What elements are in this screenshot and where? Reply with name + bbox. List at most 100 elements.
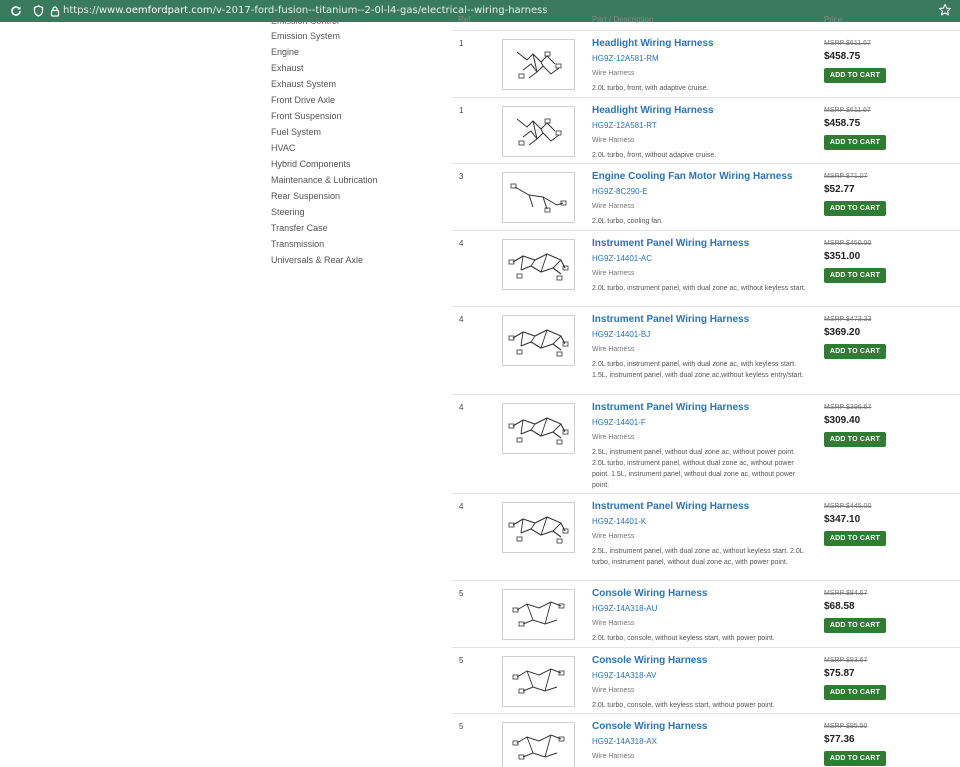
fan-harness-icon[interactable] — [502, 172, 575, 223]
part-number-link[interactable]: HG9Z-12A581-RM — [592, 54, 659, 63]
category-link[interactable]: Transfer Case — [271, 220, 441, 236]
part-name-link[interactable]: Instrument Panel Wiring Harness — [592, 238, 749, 249]
msrp-price: MSRP $95.50 — [824, 723, 868, 730]
part-number-link[interactable]: HG9Z-12A581-RT — [592, 121, 657, 130]
part-row: 4 Instrument Panel Wiring Harness HG9Z-144… — [452, 394, 960, 493]
sale-price: $75.87 — [824, 668, 855, 679]
add-to-cart-button[interactable]: ADD TO CART — [824, 68, 886, 83]
category-link[interactable]: Engine — [271, 44, 441, 60]
browser-address-bar: https://www.oemfordpart.com/v-2017-ford-… — [0, 0, 960, 22]
part-number-link[interactable]: HG9Z-14401-BJ — [592, 330, 650, 339]
category-link[interactable]: Emission System — [271, 28, 441, 44]
part-row: 1 Headlight Wiring Harness HG9Z-12A581-RM W… — [452, 30, 960, 97]
add-to-cart-button[interactable]: ADD TO CART — [824, 685, 886, 700]
category-link[interactable]: Transmission — [271, 236, 441, 252]
category-link[interactable]: Emission Control — [271, 18, 441, 28]
bookmark-star-icon[interactable] — [938, 3, 954, 19]
part-number-link[interactable]: HG9Z-14A318-AX — [592, 737, 657, 746]
shield-icon[interactable] — [30, 3, 46, 19]
part-row: 4 Instrument Panel Wiring Harness HG9Z-144… — [452, 230, 960, 306]
console-harness-icon[interactable] — [502, 656, 575, 707]
msrp-price: MSRP $84.67 — [824, 590, 868, 597]
part-type: Wire Harness — [592, 346, 635, 353]
part-name-link[interactable]: Headlight Wiring Harness — [592, 38, 714, 49]
part-type: Wire Harness — [592, 620, 635, 627]
add-to-cart-button[interactable]: ADD TO CART — [824, 344, 886, 359]
msrp-price: MSRP $93.67 — [824, 657, 868, 664]
part-number-link[interactable]: HG9Z-14401-F — [592, 418, 646, 427]
part-number-link[interactable]: HG9Z-8C290-E — [592, 187, 648, 196]
part-name-link[interactable]: Instrument Panel Wiring Harness — [592, 501, 749, 512]
part-name-link[interactable]: Headlight Wiring Harness — [592, 105, 714, 116]
lock-icon[interactable] — [47, 3, 63, 19]
ref-number: 4 — [459, 315, 464, 324]
category-link[interactable]: Front Suspension — [271, 108, 441, 124]
msrp-price: MSRP $611.67 — [824, 40, 871, 47]
category-link[interactable]: Maintenance & Lubrication — [271, 172, 441, 188]
ref-number: 5 — [459, 589, 464, 598]
msrp-price: MSRP $473.33 — [824, 316, 872, 323]
part-number-link[interactable]: HG9Z-14401-AC — [592, 254, 652, 263]
part-row: 4 Instrument Panel Wiring Harness HG9Z-144… — [452, 306, 960, 394]
part-type: Wire Harness — [592, 687, 635, 694]
category-link[interactable]: Fuel System — [271, 124, 441, 140]
url-path: /v-2017-ford-fusion--titanium--2-0l-l4-g… — [212, 5, 548, 16]
add-to-cart-button[interactable]: ADD TO CART — [824, 432, 886, 447]
part-description: 2.0L turbo, front, without adapive cruis… — [592, 152, 717, 159]
part-name-link[interactable]: Instrument Panel Wiring Harness — [592, 314, 749, 325]
panel-harness-icon[interactable] — [502, 239, 575, 290]
msrp-price: MSRP $450.00 — [824, 240, 872, 247]
part-name-link[interactable]: Console Wiring Harness — [592, 655, 708, 666]
part-type: Wire Harness — [592, 270, 635, 277]
add-to-cart-button[interactable]: ADD TO CART — [824, 531, 886, 546]
msrp-price: MSRP $71.07 — [824, 173, 868, 180]
category-link[interactable]: Steering — [271, 204, 441, 220]
part-description: 2.5L, instrument panel, with dual zone a… — [592, 548, 804, 566]
part-row: 4 Instrument Panel Wiring Harness HG9Z-144… — [452, 493, 960, 580]
add-to-cart-button[interactable]: ADD TO CART — [824, 751, 886, 766]
console-harness-icon[interactable] — [502, 722, 575, 767]
url-prefix: https://www. — [63, 5, 126, 16]
category-link[interactable]: Rear Suspension — [271, 188, 441, 204]
ref-number: 5 — [459, 722, 464, 731]
category-link[interactable]: Universals & Rear Axle — [271, 252, 441, 268]
category-link[interactable]: Hybrid Components — [271, 156, 441, 172]
part-number-link[interactable]: HG9Z-14A318-AU — [592, 604, 657, 613]
headlight-harness-icon[interactable] — [502, 39, 575, 90]
category-link[interactable]: HVAC — [271, 140, 441, 156]
part-name-link[interactable]: Engine Cooling Fan Motor Wiring Harness — [592, 171, 792, 182]
part-type: Wire Harness — [592, 203, 635, 210]
part-number-link[interactable]: HG9Z-14A318-AV — [592, 671, 656, 680]
sale-price: $458.75 — [824, 51, 861, 62]
part-name-link[interactable]: Console Wiring Harness — [592, 588, 708, 599]
category-link[interactable]: Exhaust System — [271, 76, 441, 92]
add-to-cart-button[interactable]: ADD TO CART — [824, 201, 886, 216]
add-to-cart-button[interactable]: ADD TO CART — [824, 618, 886, 633]
part-description: 2.0L turbo, instrument panel, with dual … — [592, 361, 804, 379]
sale-price: $77.36 — [824, 734, 855, 745]
part-number-link[interactable]: HG9Z-14401-K — [592, 517, 646, 526]
part-type: Wire Harness — [592, 137, 635, 144]
part-row: 5 Console Wiring Harness HG9Z-14A318-AX Wir… — [452, 713, 960, 767]
panel-harness-icon[interactable] — [502, 403, 575, 454]
panel-harness-icon[interactable] — [502, 502, 575, 553]
ref-number: 1 — [459, 39, 464, 48]
category-nav: Emission Control Emission System Engine Exh… — [271, 18, 441, 268]
add-to-cart-button[interactable]: ADD TO CART — [824, 268, 886, 283]
part-name-link[interactable]: Instrument Panel Wiring Harness — [592, 402, 749, 413]
add-to-cart-button[interactable]: ADD TO CART — [824, 135, 886, 150]
part-row: 5 Console Wiring Harness HG9Z-14A318-AU Wir… — [452, 580, 960, 647]
ref-number: 4 — [459, 502, 464, 511]
panel-harness-icon[interactable] — [502, 315, 575, 366]
part-name-link[interactable]: Console Wiring Harness — [592, 721, 708, 732]
headlight-harness-icon[interactable] — [502, 106, 575, 157]
sale-price: $351.00 — [824, 251, 861, 262]
console-harness-icon[interactable] — [502, 589, 575, 640]
category-link[interactable]: Exhaust — [271, 60, 441, 76]
part-row: 5 Console Wiring Harness HG9Z-14A318-AV Wir… — [452, 647, 960, 713]
msrp-price: MSRP $611.67 — [824, 107, 871, 114]
category-link[interactable]: Front Drive Axle — [271, 92, 441, 108]
part-row: 1 Headlight Wiring Harness HG9Z-12A581-RT W… — [452, 97, 960, 163]
reload-icon[interactable] — [8, 3, 24, 19]
ref-number: 4 — [459, 403, 464, 412]
